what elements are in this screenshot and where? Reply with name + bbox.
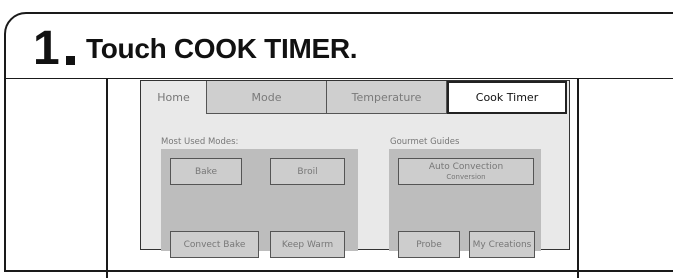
- my-creations-button[interactable]: My Creations: [469, 231, 535, 258]
- convect-bake-button[interactable]: Convect Bake: [170, 231, 259, 258]
- oven-control-screen: Home Mode Temperature Cook Timer Most Us…: [140, 80, 570, 258]
- most-used-modes-group: Bake Broil Convect Bake Keep Warm: [161, 149, 358, 258]
- step-number: 1: [33, 22, 60, 75]
- column-divider-left: [106, 78, 108, 278]
- tab-home[interactable]: Home: [141, 81, 207, 114]
- most-used-modes-heading: Most Used Modes:: [161, 137, 239, 147]
- gourmet-guides-heading: Gourmet Guides: [390, 137, 460, 147]
- step-header: 1 Touch COOK TIMER.: [6, 14, 673, 79]
- tab-mode[interactable]: Mode: [207, 81, 327, 114]
- step-number-dot: [66, 56, 75, 65]
- bake-button[interactable]: Bake: [170, 158, 242, 185]
- auto-convection-conversion-button[interactable]: Auto Convection Conversion: [398, 158, 534, 185]
- step-title: Touch COOK TIMER.: [86, 33, 358, 64]
- auto-convection-label: Auto Convection: [428, 161, 504, 172]
- probe-button[interactable]: Probe: [398, 231, 460, 258]
- tab-temperature[interactable]: Temperature: [327, 81, 447, 114]
- tab-cook-timer[interactable]: Cook Timer: [447, 81, 567, 114]
- gourmet-guides-group: Auto Convection Conversion Probe My Crea…: [389, 149, 541, 258]
- keep-warm-button[interactable]: Keep Warm: [270, 231, 345, 258]
- broil-button[interactable]: Broil: [270, 158, 345, 185]
- tab-bar: Home Mode Temperature Cook Timer: [141, 81, 569, 114]
- conversion-label: Conversion: [446, 172, 486, 181]
- column-divider-right: [577, 78, 579, 278]
